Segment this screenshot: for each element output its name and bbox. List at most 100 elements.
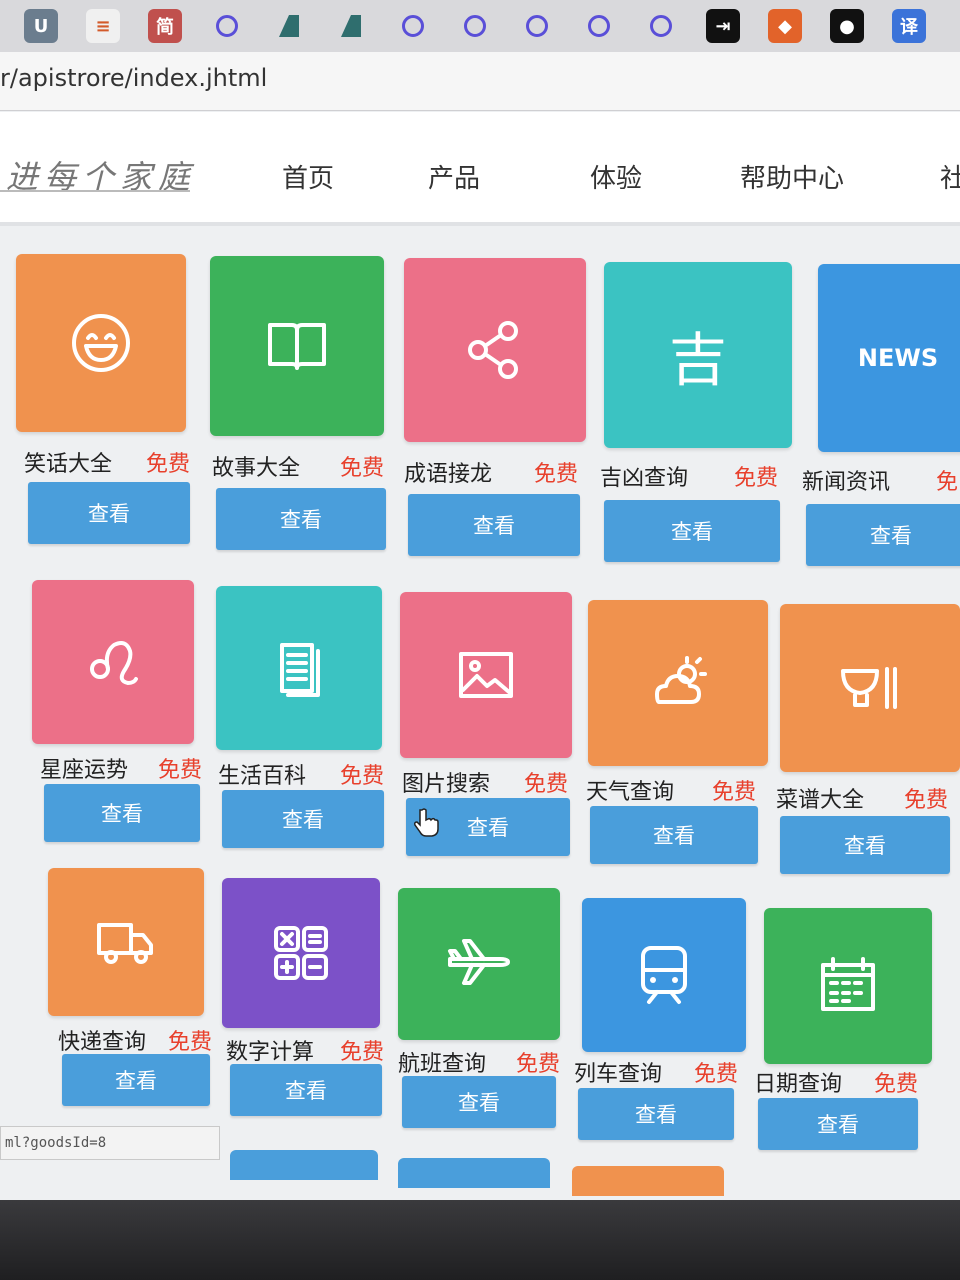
news-icon: NEWS [857, 344, 939, 372]
view-button[interactable]: 查看 [590, 806, 758, 864]
product-tile[interactable] [48, 868, 204, 1016]
product-tile[interactable]: 吉 [604, 262, 792, 448]
bowl-icon [835, 653, 905, 723]
price-label: 免费 [158, 758, 203, 783]
product-tile[interactable] [400, 592, 572, 758]
price-label: 免费 [146, 452, 191, 477]
product-name: 天气查询 [586, 780, 675, 805]
address-bar[interactable]: r/apistrore/index.jhtml [0, 52, 960, 111]
product-name: 故事大全 [212, 456, 301, 481]
product-tile[interactable] [582, 898, 746, 1052]
view-button[interactable]: 查看 [604, 500, 780, 562]
view-button[interactable]: 查看 [402, 1076, 556, 1128]
sail-icon[interactable] [272, 9, 306, 43]
smile-icon [66, 308, 136, 378]
product-tile[interactable] [588, 600, 768, 766]
price-label: 免费 [694, 1062, 739, 1087]
view-button[interactable]: 查看 [806, 504, 960, 566]
view-button[interactable]: 查看 [758, 1098, 918, 1150]
compass-icon[interactable] [520, 9, 554, 43]
product-name: 菜谱大全 [776, 788, 865, 813]
share-icon [460, 315, 530, 385]
price-label: 免费 [340, 764, 385, 789]
view-button[interactable]: 查看 [44, 784, 200, 842]
ji-icon: 吉 [668, 326, 727, 394]
price-label: 免费 [874, 1072, 919, 1097]
product-name: 列车查询 [574, 1062, 663, 1087]
view-button[interactable]: 查看 [578, 1088, 734, 1140]
url-text[interactable]: r/apistrore/index.jhtml [0, 64, 267, 92]
train-icon [629, 940, 699, 1010]
image-icon [451, 640, 521, 710]
price-label: 免 [936, 470, 959, 495]
weather-icon [643, 648, 713, 718]
price-label: 免费 [734, 466, 779, 491]
product-name: 航班查询 [398, 1052, 487, 1077]
github-icon[interactable]: ● [830, 9, 864, 43]
product-name: 成语接龙 [404, 462, 493, 487]
price-label: 免费 [534, 462, 579, 487]
site-header: 进每个家庭 首页 产品 体验 帮助中心 社 [0, 112, 960, 226]
status-bar-url: ml?goodsId=8 [0, 1126, 220, 1160]
jian-icon[interactable]: 简 [148, 9, 182, 43]
leo-icon [78, 627, 148, 697]
ublock-icon[interactable]: U [24, 9, 58, 43]
partial-card-tile [230, 1150, 378, 1180]
compass-icon[interactable] [644, 9, 678, 43]
product-tile[interactable] [216, 586, 382, 750]
calendar-icon [813, 951, 883, 1021]
nav-help-center[interactable]: 帮助中心 [740, 158, 844, 195]
calculator-icon [266, 918, 336, 988]
gitlab-icon[interactable]: ◆ [768, 9, 802, 43]
nav-community[interactable]: 社 [940, 158, 960, 195]
product-name: 图片搜索 [402, 772, 491, 797]
product-name: 日期查询 [754, 1072, 843, 1097]
view-button[interactable]: 查看 [222, 790, 384, 848]
product-name: 生活百科 [218, 764, 307, 789]
view-button[interactable]: 查看 [408, 494, 580, 556]
compass-icon[interactable] [458, 9, 492, 43]
stack-icon[interactable]: ≡ [86, 9, 120, 43]
nav-experience[interactable]: 体验 [590, 158, 642, 195]
product-tile[interactable] [780, 604, 960, 772]
view-button[interactable]: 查看 [28, 482, 190, 544]
product-tile[interactable] [404, 258, 586, 442]
translate-icon[interactable]: 译 [892, 9, 926, 43]
monitor-bezel [0, 1200, 960, 1280]
logo-underline [0, 190, 190, 192]
compass-icon[interactable] [396, 9, 430, 43]
view-button[interactable]: 查看 [780, 816, 950, 874]
price-label: 免费 [168, 1030, 213, 1055]
hand-cursor-icon [414, 808, 439, 837]
product-name: 新闻资讯 [802, 470, 891, 495]
view-button[interactable]: 查看 [216, 488, 386, 550]
product-tile[interactable] [16, 254, 186, 432]
view-button[interactable]: 查看 [62, 1054, 210, 1106]
nav-home[interactable]: 首页 [282, 158, 334, 195]
arrow-box-icon[interactable]: ⇥ [706, 9, 740, 43]
price-label: 免费 [340, 1040, 385, 1065]
product-name: 吉凶查询 [600, 466, 689, 491]
product-tile[interactable]: NEWS [818, 264, 960, 452]
partial-card-tile [398, 1158, 550, 1188]
compass-icon[interactable] [210, 9, 244, 43]
product-tile[interactable] [32, 580, 194, 744]
extensions-bar: U ≡ 简 ⇥ ◆ ● 译 [0, 0, 960, 53]
product-name: 笑话大全 [24, 452, 113, 477]
product-name: 数字计算 [226, 1040, 315, 1065]
view-button[interactable]: 查看 [230, 1064, 382, 1116]
product-tile[interactable] [210, 256, 384, 436]
partial-card-tile [572, 1166, 724, 1196]
compass-icon[interactable] [582, 9, 616, 43]
product-tile[interactable] [764, 908, 932, 1064]
truck-icon [91, 907, 161, 977]
product-tile[interactable] [398, 888, 560, 1040]
plane-icon [444, 929, 514, 999]
sail-icon[interactable] [334, 9, 368, 43]
product-tile[interactable] [222, 878, 380, 1028]
browser-screen: U ≡ 简 ⇥ ◆ ● 译 r/apistrore/index.jhtml 进每个家庭 首页… [0, 0, 960, 1210]
nav-products[interactable]: 产品 [428, 158, 480, 195]
document-icon [264, 633, 334, 703]
price-label: 免费 [524, 772, 569, 797]
price-label: 免费 [904, 788, 949, 813]
